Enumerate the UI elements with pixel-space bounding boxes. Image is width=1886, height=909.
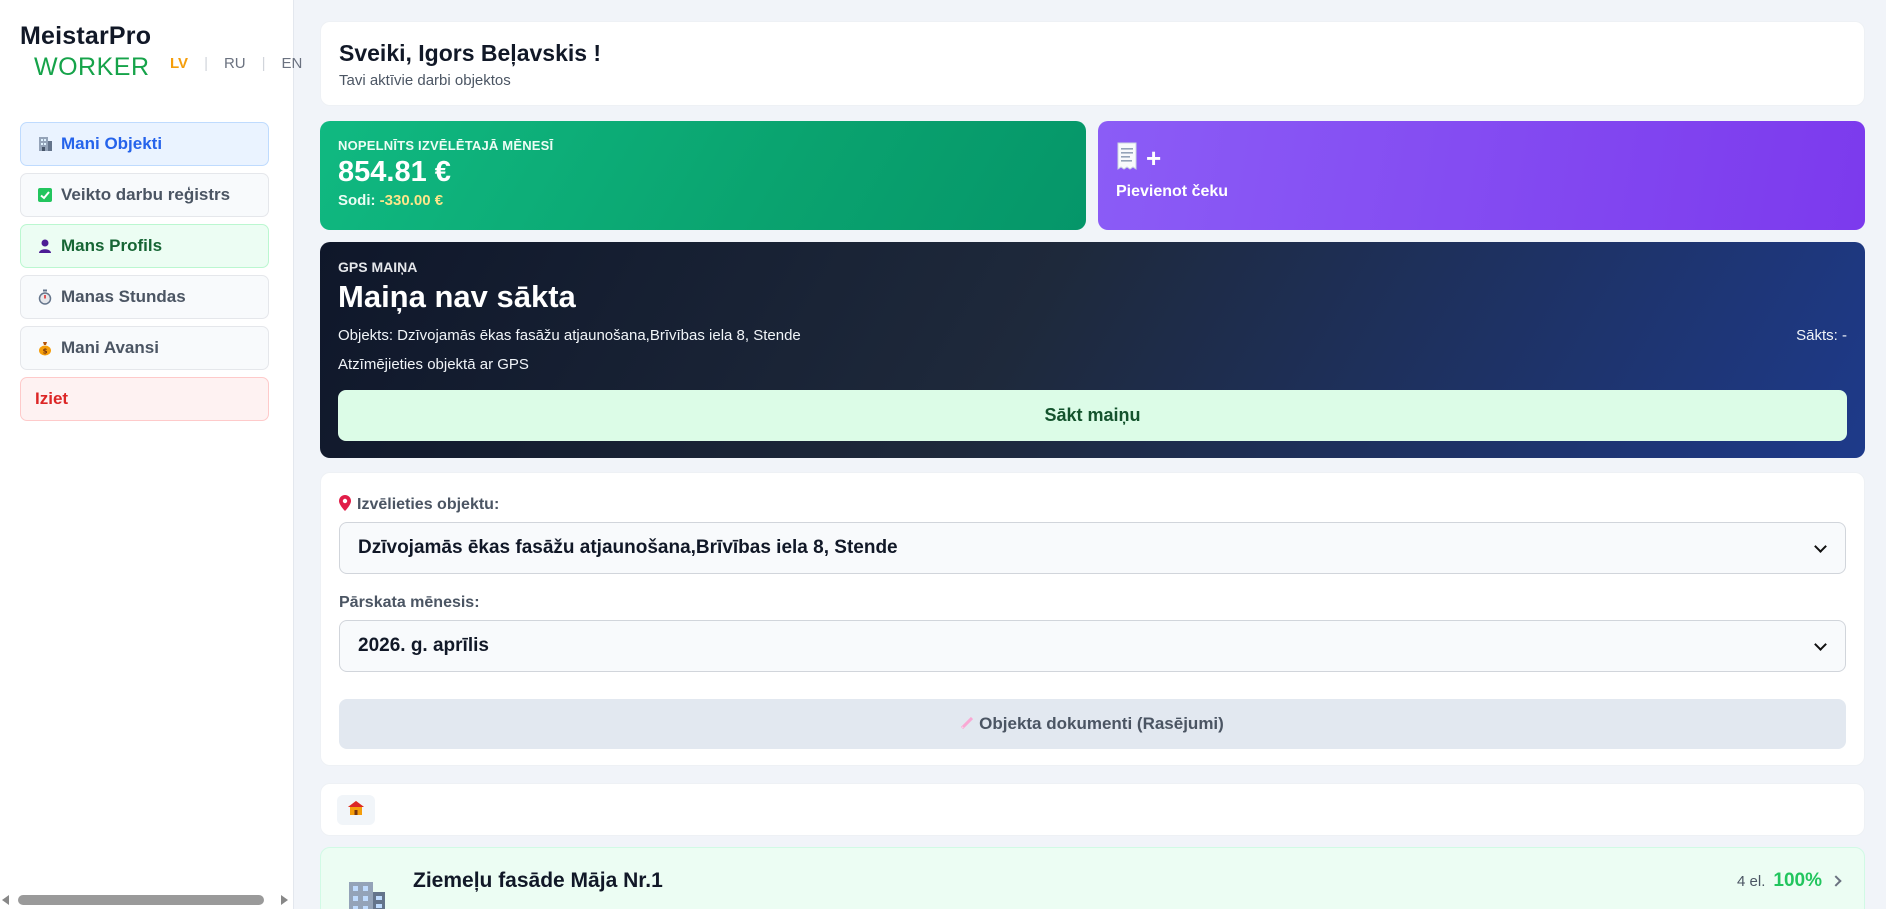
object-documents-button[interactable]: Objekta dokumenti (Rasējumi) <box>339 699 1846 749</box>
add-receipt-button[interactable]: + Pievienot čeku <box>1098 121 1865 230</box>
earnings-card: NOPELNĪTS IZVĒLĒTAJĀ MĒNESĪ 854.81 € Sod… <box>320 121 1086 230</box>
chevron-down-icon <box>1814 539 1827 553</box>
fines-value: -330.00 € <box>379 192 444 209</box>
shift-started: Sākts: - <box>1796 327 1847 344</box>
lang-ru[interactable]: RU <box>222 55 248 72</box>
sidebar-nav: Mani Objekti Veikto darbu reģistrs Mans … <box>20 122 269 428</box>
earnings-label: NOPELNĪTS IZVĒLĒTAJĀ MĒNESĪ <box>338 138 554 153</box>
stopwatch-icon <box>35 287 55 307</box>
add-receipt-label: Pievienot čeku <box>1116 183 1229 200</box>
start-shift-button[interactable]: Sākt maiņu <box>338 390 1847 441</box>
completion-percent: 100% <box>1773 870 1822 891</box>
sidebar-item-label: Mani Objekti <box>61 134 163 153</box>
shift-info-row: Objekts: Dzīvojamās ēkas fasāžu atjaunoš… <box>338 327 1847 344</box>
sidebar-item-mani-avansi[interactable]: $ Mani Avansi <box>20 326 269 370</box>
receipt-icon <box>1116 142 1138 175</box>
lang-en[interactable]: EN <box>280 55 305 72</box>
horizontal-scrollbar[interactable] <box>0 891 294 909</box>
sidebar-item-manas-stundas[interactable]: Manas Stundas <box>20 275 269 319</box>
scrollbar-thumb[interactable] <box>18 895 264 905</box>
month-select-label: Pārskata mēnesis: <box>339 594 480 611</box>
welcome-subtitle: Tavi aktīvie darbi objektos <box>339 72 511 89</box>
facade-section-row[interactable]: Ziemeļu fasāde Māja Nr.1 4 el. 100% <box>320 847 1865 909</box>
object-select-label: Izvēlieties objektu: <box>339 495 1846 514</box>
lang-divider: | <box>261 55 266 72</box>
person-icon <box>35 236 55 256</box>
brand-title: MeistarPro <box>20 22 152 50</box>
element-count: 4 el. <box>1737 872 1766 890</box>
svg-text:$: $ <box>43 348 48 356</box>
section-title: Ziemeļu fasāde Māja Nr.1 <box>413 869 663 892</box>
sidebar-item-label: Veikto darbu reģistrs <box>61 185 231 204</box>
building-icon <box>35 134 55 154</box>
money-bag-icon: $ <box>35 338 55 358</box>
gps-shift-card: GPS MAIŅA Maiņa nav sākta Objekts: Dzīvo… <box>320 242 1865 458</box>
lang-lv[interactable]: LV <box>168 55 190 72</box>
fines-line: Sodi: -330.00 € <box>338 192 1068 209</box>
sidebar-item-mani-objekti[interactable]: Mani Objekti <box>20 122 269 166</box>
object-select[interactable]: Dzīvojamās ēkas fasāžu atjaunošana,Brīvī… <box>339 522 1846 574</box>
welcome-title: Sveiki, Igors Beļavskis ! <box>339 40 602 66</box>
brand-subtitle: WORKER <box>34 53 150 81</box>
language-switcher: LV | RU | EN <box>168 55 304 72</box>
pin-icon <box>339 495 351 514</box>
sidebar: MeistarPro WORKER LV | RU | EN Mani Obje… <box>0 0 302 909</box>
house-icon <box>348 801 364 819</box>
month-select[interactable]: 2026. g. aprīlis <box>339 620 1846 672</box>
home-tab[interactable] <box>337 795 375 825</box>
scroll-left-icon[interactable] <box>2 895 9 905</box>
sidebar-item-label: Manas Stundas <box>61 287 186 306</box>
ruler-pencil-icon <box>961 716 974 732</box>
fines-label: Sodi: <box>338 192 376 209</box>
check-box-icon <box>35 185 55 205</box>
chevron-down-icon <box>1814 637 1827 651</box>
plus-icon: + <box>1146 142 1162 173</box>
section-stats: 4 el. 100% <box>1737 870 1842 892</box>
scroll-right-icon[interactable] <box>281 895 288 905</box>
sidebar-item-veikto-darbu-registrs[interactable]: Veikto darbu reģistrs <box>20 173 269 217</box>
shift-status: Maiņa nav sākta <box>338 279 576 314</box>
object-label-text: Izvēlieties objektu: <box>357 495 500 513</box>
gps-hint: Atzīmējieties objektā ar GPS <box>338 356 529 373</box>
logout-button[interactable]: Iziet <box>20 377 269 421</box>
documents-button-label: Objekta dokumenti (Rasējumi) <box>979 714 1224 733</box>
welcome-card: Sveiki, Igors Beļavskis ! Tavi aktīvie d… <box>320 21 1865 106</box>
sidebar-item-label: Mani Avansi <box>61 338 159 357</box>
sidebar-item-label: Mans Profils <box>61 236 163 255</box>
gps-label: GPS MAIŅA <box>338 259 418 275</box>
earnings-amount: 854.81 € <box>338 156 451 188</box>
building-icon <box>345 876 387 909</box>
month-select-value: 2026. g. aprīlis <box>358 635 489 656</box>
breadcrumb-bar <box>320 783 1865 836</box>
object-select-value: Dzīvojamās ēkas fasāžu atjaunošana,Brīvī… <box>358 537 898 558</box>
shift-object: Objekts: Dzīvojamās ēkas fasāžu atjaunoš… <box>338 327 801 344</box>
sidebar-item-label: Iziet <box>35 389 69 408</box>
chevron-right-icon <box>1830 875 1842 887</box>
receipt-icons: + <box>1116 142 1847 175</box>
sidebar-item-mans-profils[interactable]: Mans Profils <box>20 224 269 268</box>
lang-divider: | <box>204 55 208 72</box>
brand-logo: MeistarPro WORKER <box>20 22 151 82</box>
filter-card: Izvēlieties objektu: Dzīvojamās ēkas fas… <box>320 472 1865 766</box>
